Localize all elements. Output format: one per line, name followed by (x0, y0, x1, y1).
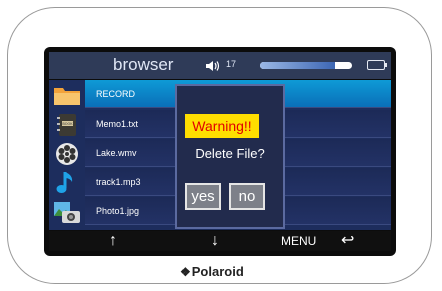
file-name: Lake.wmv (96, 148, 137, 158)
yes-button[interactable]: yes (185, 183, 221, 210)
brand-logo: ❖Polaroid (180, 264, 244, 279)
menu-button[interactable]: MENU (281, 231, 316, 251)
polaroid-logo-icon: ❖ (180, 265, 191, 279)
bottom-bar: ↑ ↓ MENU ↩ (49, 231, 391, 251)
file-name: Photo1.jpg (96, 206, 140, 216)
file-name: RECORD (96, 89, 136, 99)
speaker-icon (205, 59, 223, 77)
delete-dialog: Warning!! Delete File? yes no (175, 84, 285, 229)
camera-photo-icon (52, 199, 82, 225)
app-title: browser (113, 55, 174, 74)
title-bar: browser 17 (49, 52, 391, 79)
brand-name: Polaroid (191, 264, 244, 279)
film-reel-icon (52, 141, 82, 167)
battery-icon (367, 60, 385, 70)
volume-fill (260, 62, 336, 69)
file-name: track1.mp3 (96, 177, 141, 187)
volume-level: 17 (226, 59, 237, 69)
music-note-icon (52, 170, 82, 196)
file-icon-column: BOOK (49, 80, 85, 230)
warning-label: Warning!! (185, 114, 259, 138)
back-button[interactable]: ↩ (341, 231, 354, 251)
lcd-screen: browser 17 BOOK RECORD Memo1.txt Lake.wm… (49, 52, 391, 251)
up-arrow-button[interactable]: ↑ (109, 231, 117, 251)
dialog-message: Delete File? (195, 146, 265, 161)
file-name: Memo1.txt (96, 119, 139, 129)
book-icon: BOOK (52, 112, 82, 138)
no-button[interactable]: no (229, 183, 265, 210)
volume-slider[interactable] (260, 62, 352, 69)
battery-tip (385, 63, 387, 67)
svg-text:BOOK: BOOK (62, 122, 73, 126)
down-arrow-button[interactable]: ↓ (211, 231, 219, 251)
folder-icon (52, 82, 82, 108)
